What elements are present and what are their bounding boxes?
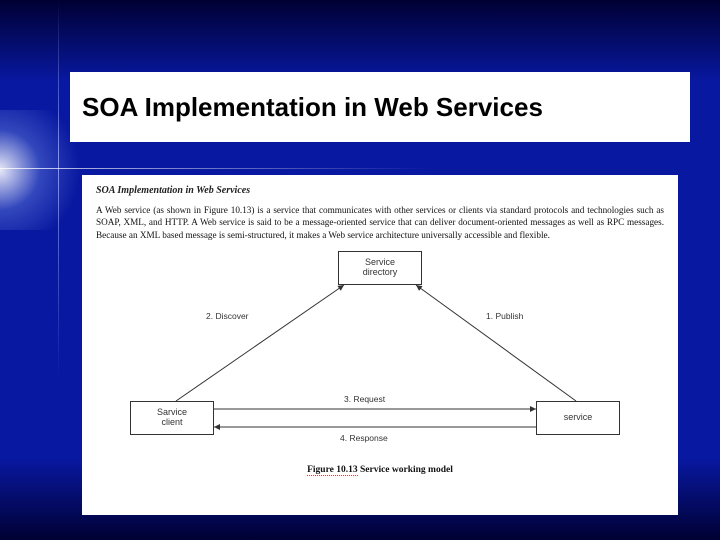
figure-caption-label: Figure 10.13 bbox=[307, 465, 358, 476]
content-subheading: SOA Implementation in Web Services bbox=[96, 185, 664, 196]
service-working-model-diagram: Service directory Sarvice client service… bbox=[96, 251, 664, 461]
slide-title: SOA Implementation in Web Services bbox=[82, 92, 543, 123]
slide-content: SOA Implementation in Web Services A Web… bbox=[82, 175, 678, 515]
node-label: Sarvice client bbox=[157, 408, 187, 428]
diagram-node-client: Sarvice client bbox=[130, 401, 214, 435]
figure-caption: Figure 10.13 Service working model bbox=[96, 465, 664, 475]
flare-line-horizontal bbox=[0, 168, 720, 169]
edge-label-response: 4. Response bbox=[340, 433, 388, 443]
diagram-node-directory: Service directory bbox=[338, 251, 422, 285]
edge-label-discover: 2. Discover bbox=[206, 311, 249, 321]
diagram-node-service: service bbox=[536, 401, 620, 435]
edge-label-publish: 1. Publish bbox=[486, 311, 523, 321]
flare-line-vertical bbox=[58, 0, 59, 540]
content-body: A Web service (as shown in Figure 10.13)… bbox=[96, 204, 664, 241]
edge-label-request: 3. Request bbox=[344, 394, 385, 404]
figure-caption-text: Service working model bbox=[358, 465, 453, 475]
slide-title-box: SOA Implementation in Web Services bbox=[70, 72, 690, 142]
node-label: Service directory bbox=[363, 258, 398, 278]
node-label: service bbox=[564, 413, 593, 423]
